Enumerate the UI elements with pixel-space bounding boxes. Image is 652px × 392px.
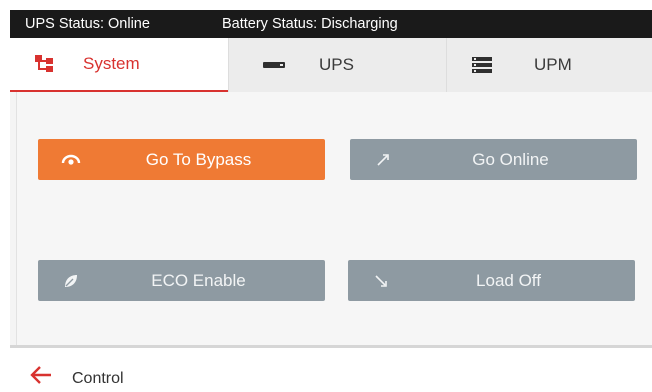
tab-upm[interactable]: UPM [446,38,652,92]
eco-enable-button[interactable]: ECO Enable [38,260,325,301]
back-arrow-icon[interactable] [30,366,52,384]
tab-system-label: System [83,54,140,73]
ups-icon [263,55,285,75]
server-stack-icon [471,55,493,75]
leaf-icon [60,271,82,291]
tab-ups-label: UPS [319,55,354,74]
footer-control-label: Control [72,370,124,387]
hierarchy-icon [34,54,56,74]
tab-ups[interactable]: UPS [228,38,446,92]
tab-upm-label: UPM [534,55,572,74]
arrow-up-right-icon [372,150,394,170]
status-bar: UPS Status: Online Battery Status: Disch… [10,10,652,38]
battery-status-text: Battery Status: Discharging [222,16,398,32]
ups-status-text: UPS Status: Online [25,16,150,32]
go-online-button[interactable]: Go Online [350,139,637,180]
load-off-button[interactable]: Load Off [348,260,635,301]
arrow-down-right-icon [370,271,392,291]
control-panel: Go To Bypass Go Online ECO Enable Load O… [10,92,652,348]
tab-bar: System UPS UPM [10,38,652,92]
go-to-bypass-button[interactable]: Go To Bypass [38,139,325,180]
tab-system[interactable]: System [10,38,228,92]
panel-body: Go To Bypass Go Online ECO Enable Load O… [16,92,652,345]
bypass-icon [60,150,82,170]
footer-nav: Control [10,356,310,392]
